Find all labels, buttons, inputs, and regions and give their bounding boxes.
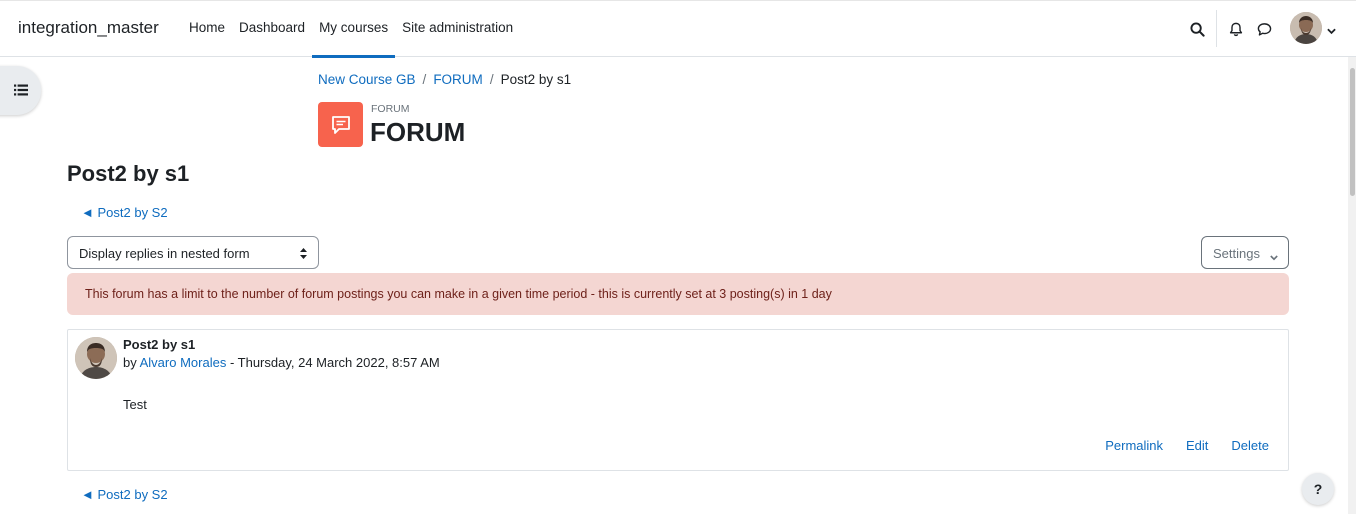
permalink-link[interactable]: Permalink xyxy=(1105,438,1163,453)
post-subject: Post2 by s1 xyxy=(123,337,196,352)
display-mode-value: Display replies in nested form xyxy=(79,246,250,261)
post-actions: Permalink Edit Delete xyxy=(1105,438,1269,453)
byline-prefix: by xyxy=(123,355,140,370)
post-date: - Thursday, 24 March 2022, 8:57 AM xyxy=(226,355,440,370)
previous-discussion-link[interactable]: ◄ Post2 by S2 xyxy=(81,205,168,220)
help-label: ? xyxy=(1313,481,1323,497)
forum-icon xyxy=(318,102,363,147)
nav-item-my-courses[interactable]: My courses xyxy=(312,0,396,58)
breadcrumb-separator: / xyxy=(489,72,494,87)
alert-text: This forum has a limit to the number of … xyxy=(85,287,832,301)
nav-item-home[interactable]: Home xyxy=(182,0,232,57)
breadcrumb-item-forum[interactable]: FORUM xyxy=(433,72,483,87)
breadcrumb-separator: / xyxy=(422,72,427,87)
list-icon xyxy=(13,83,28,99)
page-title: Post2 by s1 xyxy=(67,161,190,186)
activity-type-label: FORUM xyxy=(371,103,410,115)
author-link[interactable]: Alvaro Morales xyxy=(140,355,227,370)
edit-link[interactable]: Edit xyxy=(1186,438,1208,453)
settings-label: Settings xyxy=(1213,246,1260,261)
navbar-divider xyxy=(1216,10,1217,47)
breadcrumb-current: Post2 by s1 xyxy=(500,72,572,87)
primary-navigation: Home Dashboard My courses Site administr… xyxy=(182,0,520,58)
help-button[interactable]: ? xyxy=(1302,473,1334,505)
bell-icon[interactable] xyxy=(1225,18,1247,40)
breadcrumb-item-course[interactable]: New Course GB xyxy=(318,72,416,87)
forum-post: Post2 by s1 by Alvaro Morales - Thursday… xyxy=(67,329,1289,471)
previous-discussion-link-bottom[interactable]: ◄ Post2 by S2 xyxy=(81,487,168,502)
navbar: integration_master Home Dashboard My cou… xyxy=(0,0,1356,58)
avatar[interactable] xyxy=(75,337,117,379)
site-brand[interactable]: integration_master xyxy=(18,18,159,38)
chevron-down-icon[interactable] xyxy=(1327,22,1336,38)
activity-title: FORUM xyxy=(370,117,466,147)
message-icon[interactable] xyxy=(1253,18,1275,40)
display-mode-select[interactable]: Display replies in nested form xyxy=(67,236,319,269)
breadcrumb: New Course GB / FORUM / Post2 by s1 xyxy=(318,72,571,87)
settings-button[interactable]: Settings xyxy=(1201,236,1289,269)
nav-item-site-administration[interactable]: Site administration xyxy=(395,0,520,57)
course-index-toggle[interactable] xyxy=(0,66,41,115)
scrollbar-thumb[interactable] xyxy=(1350,68,1355,196)
avatar[interactable] xyxy=(1290,12,1322,44)
post-content: Test xyxy=(123,397,147,412)
select-arrows-icon xyxy=(300,247,307,262)
chevron-down-icon xyxy=(1270,249,1278,264)
nav-item-dashboard[interactable]: Dashboard xyxy=(232,0,312,57)
posting-limit-alert: This forum has a limit to the number of … xyxy=(67,273,1289,315)
delete-link[interactable]: Delete xyxy=(1231,438,1269,453)
search-icon[interactable] xyxy=(1186,18,1208,40)
post-byline: by Alvaro Morales - Thursday, 24 March 2… xyxy=(123,355,440,370)
